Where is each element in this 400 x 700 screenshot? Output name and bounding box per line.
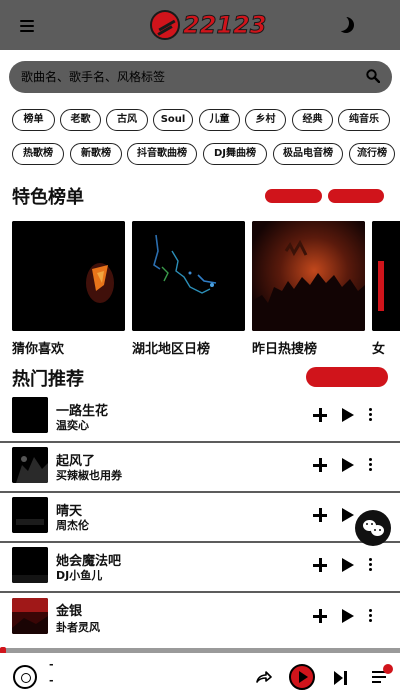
add-icon[interactable] <box>313 408 327 422</box>
tag-chip[interactable]: 经典 <box>292 109 333 131</box>
song-row[interactable]: 晴天 周杰伦 <box>0 495 400 545</box>
tag-chip[interactable]: 极品电音榜 <box>273 143 343 165</box>
add-icon[interactable] <box>313 558 327 572</box>
play-icon[interactable] <box>342 408 354 422</box>
song-row[interactable]: 起风了 买辣椒也用券 <box>0 445 400 495</box>
share-icon[interactable] <box>256 671 272 683</box>
song-cover <box>12 547 48 583</box>
song-row[interactable]: 一路生花 温奕心 <box>0 395 400 445</box>
site-logo[interactable]: 22123 <box>150 9 267 41</box>
logo-text: 22123 <box>183 11 267 40</box>
play-icon[interactable] <box>342 508 354 522</box>
song-cover <box>12 598 48 634</box>
song-artist: 卦者灵风 <box>56 621 100 634</box>
add-icon[interactable] <box>313 508 327 522</box>
chart-card-label: 猜你喜欢 <box>12 342 65 357</box>
more-icon[interactable] <box>369 609 372 624</box>
song-title: 金银 <box>56 604 83 619</box>
now-playing-artist: - <box>49 674 54 687</box>
moon-icon[interactable] <box>338 17 354 33</box>
play-icon[interactable] <box>342 609 354 623</box>
disc-icon[interactable] <box>13 665 37 689</box>
song-artist: 买辣椒也用券 <box>56 469 122 482</box>
featured-all-button[interactable] <box>328 189 384 203</box>
top-header: 22123 <box>0 0 400 50</box>
hot-more-button[interactable] <box>306 367 388 387</box>
song-artist: DJ小鱼儿 <box>56 569 103 582</box>
search-icon[interactable] <box>366 69 380 83</box>
chart-cover <box>372 221 400 331</box>
app-page: 22123 榜单 老歌 古风 Soul 儿童 乡村 经典 纯音乐 热歌榜 新歌榜… <box>0 0 400 700</box>
song-artist: 温奕心 <box>56 419 89 432</box>
chart-card-label: 昨日热搜榜 <box>252 342 318 357</box>
more-icon[interactable] <box>369 458 372 473</box>
playlist-icon[interactable] <box>372 671 386 685</box>
song-cover <box>12 497 48 533</box>
featured-more-button[interactable] <box>265 189 322 203</box>
tag-chip[interactable]: 老歌 <box>60 109 101 131</box>
tag-chip[interactable]: 榜单 <box>12 109 55 131</box>
song-cover <box>12 397 48 433</box>
hamburger-icon[interactable] <box>20 20 34 32</box>
song-row[interactable]: 她会魔法吧 DJ小鱼儿 <box>0 545 400 595</box>
playlist-badge <box>383 664 393 674</box>
chart-cover <box>252 221 365 331</box>
chart-cover <box>12 221 125 331</box>
tag-chip[interactable]: 儿童 <box>199 109 240 131</box>
chart-card[interactable]: 猜你喜欢 <box>12 221 125 357</box>
chart-cover <box>132 221 245 331</box>
next-icon[interactable] <box>334 671 348 685</box>
chart-card-label: 湖北地区日榜 <box>132 342 211 357</box>
add-icon[interactable] <box>313 458 327 472</box>
search-bar <box>9 61 392 93</box>
tag-chip[interactable]: Soul <box>153 109 193 131</box>
tag-chip[interactable]: 流行榜 <box>349 143 395 165</box>
chart-card-label: 女 <box>372 342 386 357</box>
chat-bubble-icon[interactable] <box>355 510 391 546</box>
tag-chip[interactable]: 纯音乐 <box>338 109 390 131</box>
add-icon[interactable] <box>313 609 327 623</box>
song-cover <box>12 447 48 483</box>
featured-title: 特色榜单 <box>12 187 84 208</box>
chart-card[interactable]: 女 <box>372 221 400 357</box>
song-artist: 周杰伦 <box>56 519 89 532</box>
tag-chip[interactable]: DJ舞曲榜 <box>203 143 267 165</box>
logo-mark-icon <box>150 10 180 40</box>
more-icon[interactable] <box>369 408 372 423</box>
chart-card[interactable]: 湖北地区日榜 <box>132 221 245 357</box>
hot-title: 热门推荐 <box>12 369 84 390</box>
play-icon[interactable] <box>342 558 354 572</box>
now-playing-title: - <box>49 658 54 671</box>
chart-card[interactable]: 昨日热搜榜 <box>252 221 365 357</box>
play-icon[interactable] <box>342 458 354 472</box>
more-icon[interactable] <box>369 558 372 573</box>
play-button[interactable] <box>289 664 315 690</box>
tag-chip[interactable]: 新歌榜 <box>70 143 122 165</box>
tag-chip[interactable]: 古风 <box>106 109 148 131</box>
song-row[interactable]: 金银 卦者灵风 <box>0 595 400 645</box>
search-input[interactable] <box>21 61 351 93</box>
tag-chip[interactable]: 热歌榜 <box>12 143 64 165</box>
tag-chip[interactable]: 抖音歌曲榜 <box>127 143 197 165</box>
tag-chip[interactable]: 乡村 <box>245 109 286 131</box>
